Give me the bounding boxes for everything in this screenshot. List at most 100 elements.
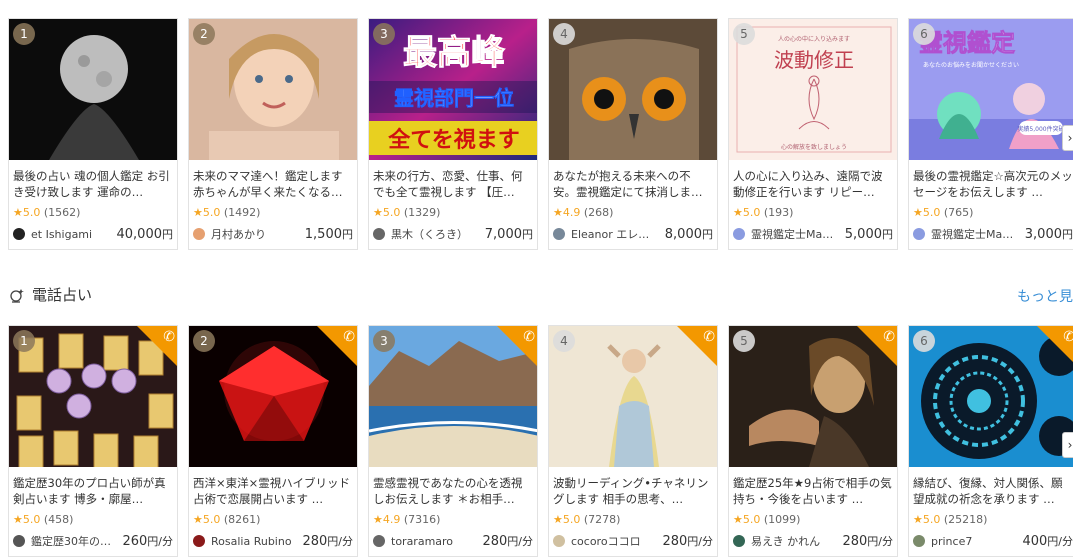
seller-avatar[interactable]	[373, 535, 385, 547]
rank-badge: 1	[13, 23, 35, 45]
service-title[interactable]: 鑑定歴25年★9占術で相手の気持ち・今後を占います …	[729, 467, 897, 509]
card-footer: 霊視鑑定士Ma… 3,000円	[909, 220, 1073, 242]
card-footer: Rosalia Rubino 280円/分	[189, 527, 357, 549]
rank-badge: 1	[13, 330, 35, 352]
service-thumbnail[interactable]: 6 ✆	[909, 326, 1073, 467]
service-title[interactable]: 未来の行方、恋愛、仕事、何でも全て霊視します 【圧…	[369, 160, 537, 202]
seller-avatar[interactable]	[13, 535, 25, 547]
ranking-row-2: 1 ✆ 鑑定歴30年のプロ占い師が真剣占います 博多・廓屋… ★5.0 (458…	[8, 325, 1073, 557]
seller-name[interactable]: 易えき かれん	[751, 533, 838, 549]
service-thumbnail[interactable]: 人の心の中に入り込みます 波動修正 心の解放を致しましょう 5	[729, 19, 897, 160]
section-header: 電話占い	[8, 284, 92, 305]
seller-avatar[interactable]	[193, 535, 205, 547]
carousel-next-button[interactable]: ›	[1062, 432, 1073, 458]
price: 280円/分	[662, 533, 713, 549]
review-count: (193)	[763, 206, 794, 219]
card-footer: 鑑定歴30年の… 260円/分	[9, 527, 177, 549]
service-title[interactable]: 鑑定歴30年のプロ占い師が真剣占います 博多・廓屋…	[9, 467, 177, 509]
phone-icon: ✆	[1063, 329, 1073, 345]
seller-avatar[interactable]	[553, 228, 565, 240]
service-card[interactable]: 4 ✆ 波動リーディング•チャネリングします 相手の思考、… ★5.0 (727…	[548, 325, 718, 557]
service-thumbnail[interactable]: 2	[189, 19, 357, 160]
seller-avatar[interactable]	[913, 228, 925, 240]
service-title[interactable]: 波動リーディング•チャネリングします 相手の思考、…	[549, 467, 717, 509]
service-card[interactable]: 1 ✆ 鑑定歴30年のプロ占い師が真剣占います 博多・廓屋… ★5.0 (458…	[8, 325, 178, 557]
service-thumbnail[interactable]: 霊視鑑定 あなたのお悩みをお聞かせください 実績5,000件突破 6	[909, 19, 1073, 160]
seller-name[interactable]: prince7	[931, 535, 1018, 548]
price-unit: 円	[522, 228, 533, 241]
seller-avatar[interactable]	[193, 228, 205, 240]
svg-text:霊視部門一位: 霊視部門一位	[394, 86, 514, 110]
rating-score: 5.0	[922, 513, 941, 526]
seller-avatar[interactable]	[733, 228, 745, 240]
star-icon: ★	[373, 513, 383, 526]
rating-score: 5.0	[562, 513, 581, 526]
service-title[interactable]: 未来のママ達へ！鑑定します赤ちゃんが早く来たくなる…	[189, 160, 357, 202]
service-thumbnail[interactable]: 1	[9, 19, 177, 160]
price: 7,000円	[485, 226, 533, 242]
service-card[interactable]: 最高峰 霊視部門一位 全てを視ます 3 未来の行方、恋愛、仕事、何でも全て霊視し…	[368, 18, 538, 250]
service-card[interactable]: 霊視鑑定 あなたのお悩みをお聞かせください 実績5,000件突破 6 最後の霊視…	[908, 18, 1073, 250]
seller-avatar[interactable]	[553, 535, 565, 547]
price-value: 280	[302, 534, 328, 549]
service-thumbnail[interactable]: 2 ✆	[189, 326, 357, 467]
service-card[interactable]: 2 未来のママ達へ！鑑定します赤ちゃんが早く来たくなる… ★5.0 (1492)…	[188, 18, 358, 250]
service-title[interactable]: 縁結び、復縁、対人関係、願望成就の祈念を承ります …	[909, 467, 1073, 509]
service-card[interactable]: 1 最後の占い 魂の個人鑑定 お引き受け致します 運命の… ★5.0 (1562…	[8, 18, 178, 250]
service-card[interactable]: 人の心の中に入り込みます 波動修正 心の解放を致しましょう 5 人の心に入り込み…	[728, 18, 898, 250]
service-thumbnail[interactable]: 3 ✆	[369, 326, 537, 467]
price-value: 280	[842, 534, 868, 549]
seller-name[interactable]: 鑑定歴30年の…	[31, 533, 118, 549]
service-thumbnail[interactable]: 最高峰 霊視部門一位 全てを視ます 3	[369, 19, 537, 160]
service-title[interactable]: 最後の霊視鑑定☆高次元のメッセージをお伝えします …	[909, 160, 1073, 202]
seller-name[interactable]: toraramaro	[391, 535, 478, 548]
price-unit: 円/分	[867, 535, 893, 548]
seller-avatar[interactable]	[13, 228, 25, 240]
see-more-link[interactable]: もっと見	[1017, 286, 1073, 306]
rating-score: 5.0	[202, 513, 221, 526]
card-footer: cocoroココロ 280円/分	[549, 527, 717, 549]
service-card[interactable]: 5 ✆ 鑑定歴25年★9占術で相手の気持ち・今後を占います … ★5.0 (10…	[728, 325, 898, 557]
star-icon: ★	[553, 513, 563, 526]
service-title[interactable]: 霊感霊視であなたの心を透視しお伝えします ＊お相手…	[369, 467, 537, 509]
price: 3,000円	[1025, 226, 1073, 242]
service-title[interactable]: 人の心に入り込み、遠隔で波動修正を行います リピー…	[729, 160, 897, 202]
seller-name[interactable]: 月村あかり	[211, 226, 301, 242]
seller-name[interactable]: 霊視鑑定士Ma…	[931, 226, 1021, 242]
carousel-next-button[interactable]: ›	[1062, 125, 1073, 151]
seller-avatar[interactable]	[733, 535, 745, 547]
service-title[interactable]: あなたが抱える未来への不安。霊視鑑定にて抹消しま…	[549, 160, 717, 202]
seller-name[interactable]: 霊視鑑定士Ma…	[751, 226, 841, 242]
service-title[interactable]: 西洋×東洋×霊視ハイブリッド占術で恋展開占います …	[189, 467, 357, 509]
rank-badge: 3	[373, 23, 395, 45]
price: 5,000円	[845, 226, 893, 242]
seller-name[interactable]: Rosalia Rubino	[211, 535, 298, 548]
service-title[interactable]: 最後の占い 魂の個人鑑定 お引き受け致します 運命の…	[9, 160, 177, 202]
seller-name[interactable]: cocoroココロ	[571, 533, 658, 549]
service-thumbnail[interactable]: 1 ✆	[9, 326, 177, 467]
price-value: 1,500	[304, 227, 342, 242]
service-thumbnail[interactable]: 5 ✆	[729, 326, 897, 467]
rank-badge: 5	[733, 23, 755, 45]
price-value: 7,000	[484, 227, 522, 242]
service-thumbnail[interactable]: 4 ✆	[549, 326, 717, 467]
rating: ★5.0 (1492)	[189, 202, 357, 220]
seller-name[interactable]: et Ishigami	[31, 228, 113, 241]
rating: ★5.0 (1099)	[729, 509, 897, 527]
service-card[interactable]: 6 ✆ 縁結び、復縁、対人関係、願望成就の祈念を承ります … ★5.0 (252…	[908, 325, 1073, 557]
service-card[interactable]: 2 ✆ 西洋×東洋×霊視ハイブリッド占術で恋展開占います … ★5.0 (826…	[188, 325, 358, 557]
seller-name[interactable]: 黒木（くろき）	[391, 226, 481, 242]
rank-badge: 4	[553, 23, 575, 45]
price-unit: 円/分	[1047, 535, 1073, 548]
star-icon: ★	[733, 513, 743, 526]
review-count: (1329)	[403, 206, 441, 219]
seller-avatar[interactable]	[373, 228, 385, 240]
seller-name[interactable]: Eleanor エレ…	[571, 226, 661, 242]
rating-score: 5.0	[742, 513, 761, 526]
star-icon: ★	[193, 513, 203, 526]
service-card[interactable]: 3 ✆ 霊感霊視であなたの心を透視しお伝えします ＊お相手… ★4.9 (731…	[368, 325, 538, 557]
seller-avatar[interactable]	[913, 535, 925, 547]
service-card[interactable]: 4 あなたが抱える未来への不安。霊視鑑定にて抹消しま… ★4.9 (268) E…	[548, 18, 718, 250]
price-unit: 円	[1062, 228, 1073, 241]
service-thumbnail[interactable]: 4	[549, 19, 717, 160]
